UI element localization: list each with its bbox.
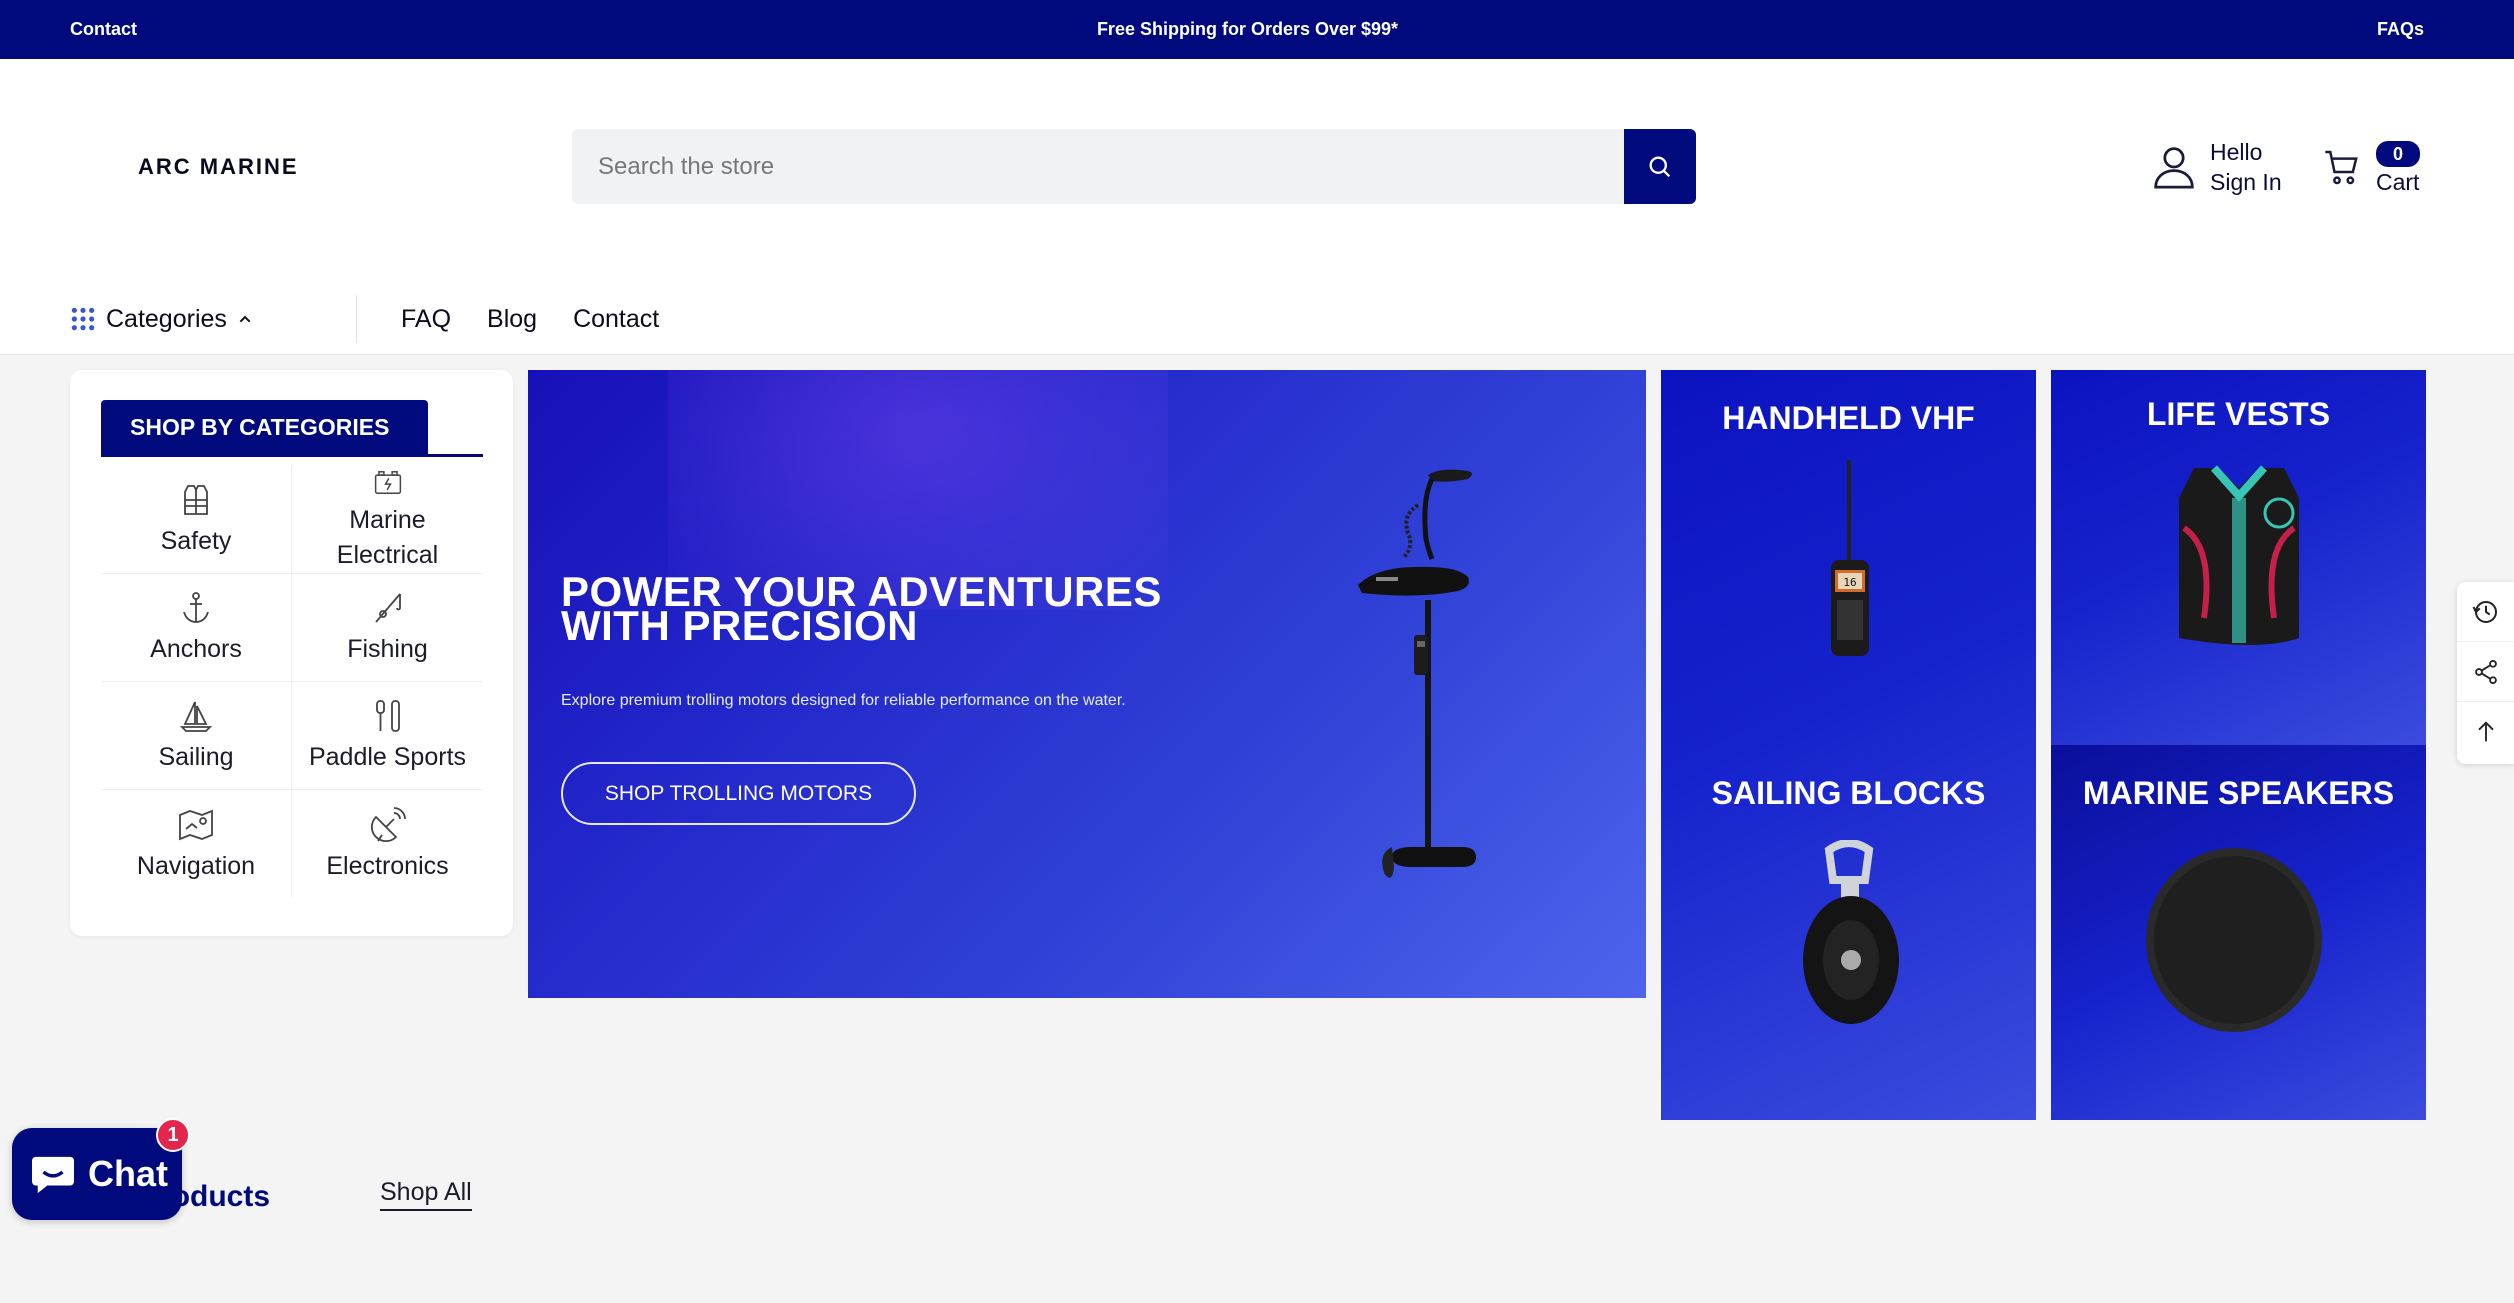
shop-by-categories-panel: SHOP BY CATEGORIES Safety Marine Electri… <box>70 370 513 936</box>
chat-label: Chat <box>88 1153 168 1194</box>
sailboat-icon <box>179 701 213 732</box>
nav-link-contact[interactable]: Contact <box>573 305 659 334</box>
category-label: Marine Electrical <box>336 506 439 569</box>
paddle-icon <box>375 700 400 732</box>
tile-title: SAILING BLOCKS <box>1711 775 1986 811</box>
back-to-top-button[interactable] <box>2457 702 2514 762</box>
battery-icon <box>374 471 401 494</box>
search-icon <box>1649 156 1671 177</box>
grid-icon <box>71 307 95 331</box>
shopping-cart-icon <box>2325 150 2358 185</box>
categories-dropdown[interactable]: Categories <box>70 305 356 334</box>
panel-title-underline <box>101 454 483 457</box>
satellite-dish-icon <box>370 806 406 842</box>
account-link[interactable]: Hello Sign In <box>2152 137 2282 197</box>
search-input[interactable] <box>572 129 1624 204</box>
categories-panel-title: SHOP BY CATEGORIES <box>101 400 428 454</box>
category-fishing[interactable]: Fishing <box>292 574 483 682</box>
category-sailing[interactable]: Sailing <box>101 682 292 790</box>
category-label: Paddle Sports <box>308 743 467 771</box>
fishing-rod-icon <box>374 593 401 623</box>
marine-speaker-image <box>2051 845 2426 1045</box>
recently-viewed-button[interactable] <box>2457 582 2514 642</box>
hero-banner[interactable]: POWER YOUR ADVENTURES WITH PRECISION Exp… <box>528 370 1646 998</box>
sailing-block-image <box>1661 840 2036 1040</box>
tile-title: HANDHELD VHF <box>1722 400 1975 436</box>
tile-title: MARINE SPEAKERS <box>2082 775 2395 811</box>
category-anchors[interactable]: Anchors <box>101 574 292 682</box>
category-label: Fishing <box>347 635 428 663</box>
cart-link[interactable]: 0 Cart <box>2322 137 2420 197</box>
hero-title: POWER YOUR ADVENTURES WITH PRECISION <box>561 571 1261 647</box>
life-vest-image <box>2051 458 2426 658</box>
cart-label: Cart <box>2376 169 2420 195</box>
category-paddle-sports[interactable]: Paddle Sports <box>292 682 483 790</box>
life-vest-icon <box>184 485 208 515</box>
nav-link-blog[interactable]: Blog <box>487 305 537 334</box>
chevron-up-icon <box>239 315 251 323</box>
cart-count-badge: 0 <box>2376 141 2420 167</box>
arrow-up-icon <box>2477 721 2494 742</box>
shipping-announcement: Free Shipping for Orders Over $99* <box>1096 19 1399 39</box>
category-safety[interactable]: Safety <box>101 466 292 574</box>
category-label: Sailing <box>158 743 234 771</box>
share-button[interactable] <box>2457 642 2514 702</box>
category-label: Electronics <box>326 851 449 880</box>
main-nav: Categories FAQ Blog Contact <box>70 295 695 343</box>
tile-title: LIFE VESTS <box>2146 396 2331 432</box>
shop-all-link[interactable]: Shop All <box>380 1178 472 1211</box>
user-icon <box>2154 147 2194 189</box>
hero-subtitle: Explore premium trolling motors designed… <box>561 692 1126 709</box>
share-icon <box>2474 659 2497 684</box>
nav-divider <box>356 295 357 343</box>
svg-text:16: 16 <box>1843 576 1856 589</box>
handheld-radio-image: 16 <box>1661 460 2036 660</box>
tile-sailing-blocks[interactable]: SAILING BLOCKS <box>1661 745 2036 1120</box>
category-electronics[interactable]: Electronics <box>292 790 483 898</box>
anchor-icon <box>183 592 209 623</box>
category-label: Safety <box>160 527 232 555</box>
trolling-motor-image <box>1358 469 1476 878</box>
category-label: Anchors <box>150 635 242 663</box>
category-label: Navigation <box>136 851 256 880</box>
nav-link-faq[interactable]: FAQ <box>401 305 451 334</box>
tile-marine-speakers[interactable]: MARINE SPEAKERS <box>2051 745 2426 1120</box>
topbar-faqs-link[interactable]: FAQs <box>2377 19 2424 40</box>
history-icon <box>2472 600 2497 623</box>
categories-label: Categories <box>106 304 227 333</box>
chat-notification-badge: 1 <box>156 1118 190 1152</box>
map-icon <box>179 809 213 840</box>
tile-life-vests[interactable]: LIFE VESTS <box>2051 370 2426 745</box>
chat-bubble-icon <box>32 1156 74 1194</box>
site-logo[interactable]: ARC MARINE <box>138 154 299 180</box>
sign-in-link[interactable]: Sign In <box>2210 167 2282 197</box>
site-header: ARC MARINE Hello Sign In 0 Cart Categori… <box>0 59 2514 355</box>
category-marine-electrical[interactable]: Marine Electrical <box>292 466 483 574</box>
announcement-bar: Contact Free Shipping for Orders Over $9… <box>0 0 2514 59</box>
search-button[interactable] <box>1624 129 1696 204</box>
search-bar <box>572 129 1696 204</box>
side-toolbar <box>2457 582 2514 764</box>
category-grid: Safety Marine Electrical Anchors Fishing… <box>101 466 483 898</box>
account-greeting: Hello <box>2210 139 2263 165</box>
category-navigation[interactable]: Navigation <box>101 790 292 898</box>
shop-trolling-motors-button[interactable]: SHOP TROLLING MOTORS <box>561 762 916 825</box>
